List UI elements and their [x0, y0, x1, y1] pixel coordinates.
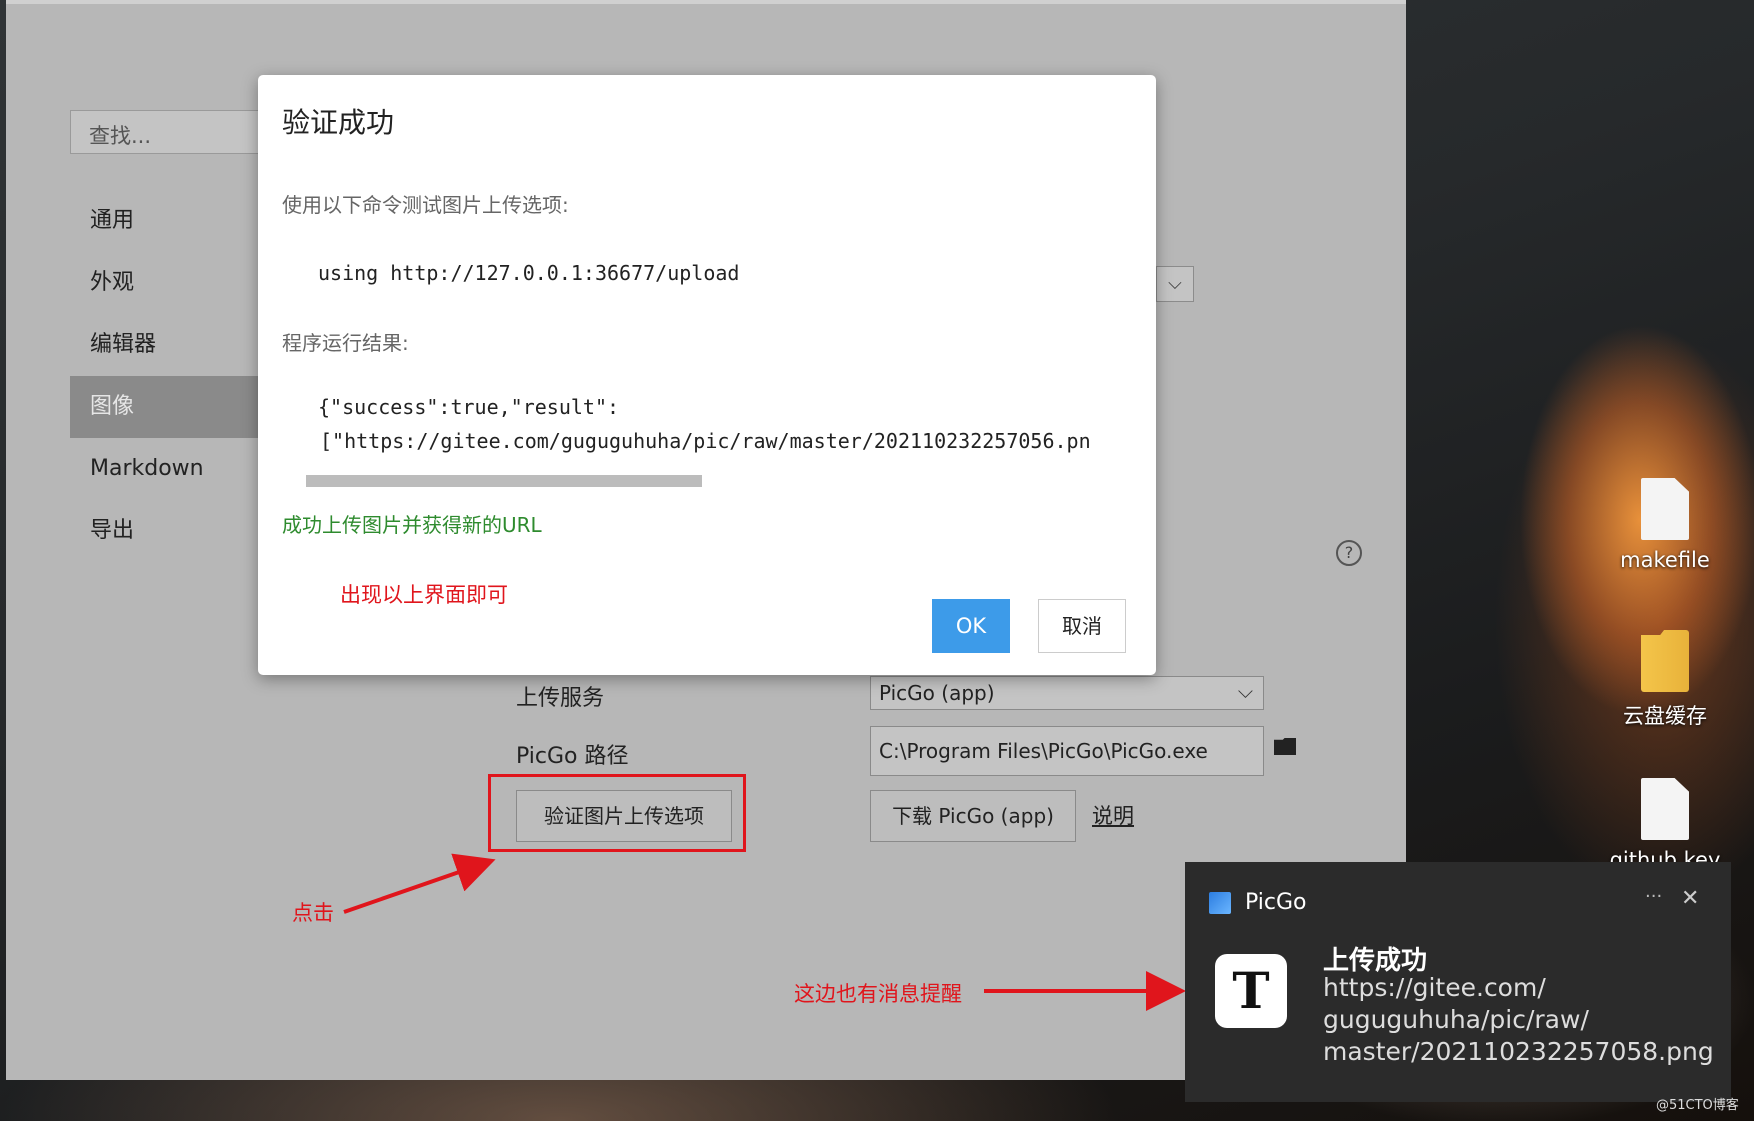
toast-body: https://gitee.com/guguguhuha/pic/raw/mas… — [1323, 973, 1714, 1066]
desktop-icon-label: makefile — [1620, 548, 1710, 572]
verify-success-dialog: 验证成功 使用以下命令测试图片上传选项: using http://127.0.… — [258, 75, 1156, 675]
preferences-sidebar: 通用 外观 编辑器 图像 Markdown 导出 — [70, 190, 290, 562]
success-message: 成功上传图片并获得新的URL — [282, 513, 542, 537]
ok-button[interactable]: OK — [932, 599, 1010, 653]
watermark: @51CTO博客 — [1656, 1098, 1739, 1113]
sidebar-item-export[interactable]: 导出 — [70, 500, 290, 562]
sidebar-item-general[interactable]: 通用 — [70, 190, 290, 252]
dialog-annotation: 出现以上界面即可 — [340, 583, 508, 607]
file-icon — [1641, 478, 1689, 540]
chevron-down-icon: ⌵ — [1237, 679, 1253, 703]
desktop-icon-cloud-cache[interactable]: 云盘缓存 — [1605, 630, 1725, 730]
upload-service-label: 上传服务 — [516, 686, 605, 711]
file-icon — [1641, 778, 1689, 840]
cancel-button[interactable]: 取消 — [1038, 599, 1126, 653]
help-icon[interactable]: ? — [1336, 540, 1362, 566]
help-link[interactable]: 说明 — [1092, 800, 1134, 830]
picgo-toast-notification[interactable]: PicGo ··· ✕ T 上传成功 https://gitee.com/gug… — [1185, 862, 1731, 1102]
upload-service-value: PicGo (app) — [879, 681, 995, 705]
desktop-icon-makefile[interactable]: makefile — [1605, 478, 1725, 572]
upload-service-select[interactable]: PicGo (app) ⌵ — [870, 676, 1264, 710]
picgo-path-input[interactable]: C:\Program Files\PicGo\PicGo.exe — [870, 726, 1264, 776]
download-picgo-button[interactable]: 下载 PicGo (app) — [870, 790, 1076, 842]
typora-logo-icon: T — [1215, 954, 1287, 1028]
highlight-box — [488, 774, 746, 852]
dialog-title: 验证成功 — [282, 106, 395, 139]
toast-annotation: 这边也有消息提醒 — [794, 982, 962, 1006]
toast-app-name: PicGo — [1245, 890, 1307, 915]
command-text: using http://127.0.0.1:36677/upload — [318, 261, 740, 285]
picgo-app-icon — [1209, 892, 1231, 914]
result-line-2: ["https://gitee.com/guguguhuha/pic/raw/m… — [320, 429, 1091, 453]
sidebar-item-appearance[interactable]: 外观 — [70, 252, 290, 314]
result-intro: 程序运行结果: — [282, 331, 409, 355]
command-intro: 使用以下命令测试图片上传选项: — [282, 193, 569, 217]
folder-icon[interactable] — [1274, 738, 1296, 756]
close-icon[interactable]: ✕ — [1681, 886, 1699, 911]
click-annotation: 点击 — [292, 901, 334, 925]
more-icon[interactable]: ··· — [1645, 886, 1662, 907]
desktop-icon-github-key[interactable]: github.key — [1605, 778, 1725, 872]
horizontal-scrollbar[interactable] — [306, 475, 702, 487]
sidebar-item-image[interactable]: 图像 — [70, 376, 290, 438]
sidebar-item-markdown[interactable]: Markdown — [70, 438, 290, 500]
chevron-down-icon: ⌵ — [1168, 273, 1182, 294]
desktop-icon-label: 云盘缓存 — [1623, 704, 1707, 728]
search-input[interactable]: 查找... — [70, 110, 270, 154]
dropdown-toggle[interactable]: ⌵ — [1156, 266, 1194, 302]
sidebar-item-editor[interactable]: 编辑器 — [70, 314, 290, 376]
result-line-1: {"success":true,"result": — [318, 395, 620, 419]
folder-icon — [1641, 630, 1689, 692]
picgo-path-label: PicGo 路径 — [516, 744, 629, 769]
